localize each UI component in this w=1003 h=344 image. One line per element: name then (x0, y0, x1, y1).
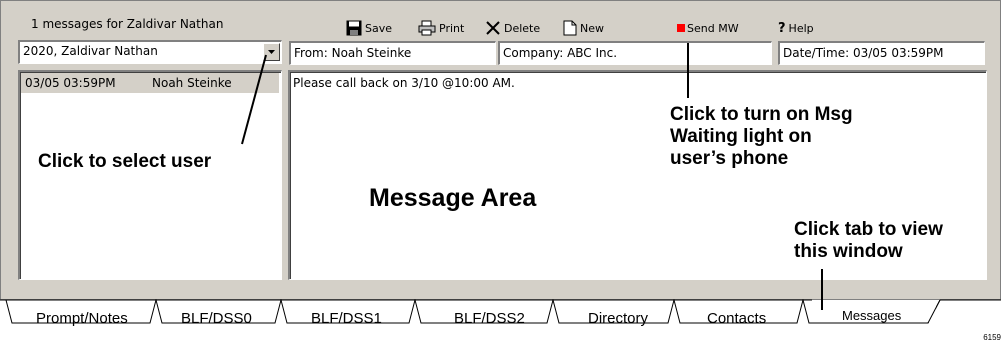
delete-button[interactable]: Delete (485, 17, 540, 39)
help-label: Help (788, 21, 814, 35)
user-select-dropdown[interactable]: 2020, Zaldivar Nathan (18, 40, 282, 64)
new-button[interactable]: New (563, 17, 604, 39)
message-window: 1 messages for Zaldivar Nathan 2020, Zal… (0, 0, 1001, 300)
user-select-value: 2020, Zaldivar Nathan (23, 44, 158, 58)
dropdown-arrow-icon (268, 50, 275, 54)
tab-callout-pointer (821, 269, 823, 310)
new-document-icon (563, 20, 577, 36)
list-item-time: 03/05 03:59PM (25, 76, 116, 90)
from-field: From: Noah Steinke (289, 41, 496, 65)
list-item-sender: Noah Steinke (152, 76, 232, 90)
help-question-icon: ? (778, 20, 786, 36)
tab-view-line-2: this window (794, 241, 903, 262)
send-mw-button[interactable]: Send MW (677, 17, 739, 39)
tab-blf-dss0[interactable]: BLF/DSS0 (181, 310, 252, 327)
tab-blf-dss2[interactable]: BLF/DSS2 (454, 310, 525, 327)
message-area-label: Message Area (369, 184, 537, 212)
delete-x-icon (486, 21, 500, 35)
msg-waiting-line-3: user’s phone (670, 148, 789, 169)
tab-directory[interactable]: Directory (588, 310, 648, 327)
dropdown-button[interactable] (263, 43, 280, 61)
help-button[interactable]: ? Help (778, 17, 814, 39)
tab-blf-dss1[interactable]: BLF/DSS1 (311, 310, 382, 327)
msg-waiting-callout: Click to turn on Msg Waiting light on us… (670, 104, 853, 170)
tab-view-line-1: Click tab to view (794, 219, 943, 240)
new-label: New (580, 21, 604, 35)
tab-prompt-notes[interactable]: Prompt/Notes (36, 310, 128, 327)
printer-icon (418, 20, 436, 36)
message-body: Please call back on 3/10 @10:00 AM. (293, 76, 515, 90)
figure-number: 6159 (983, 333, 1001, 342)
message-list[interactable]: 03/05 03:59PM Noah Steinke (18, 70, 282, 280)
floppy-save-icon (346, 20, 362, 36)
msg-waiting-line-2: Waiting light on (670, 126, 812, 147)
print-button[interactable]: Print (418, 17, 464, 39)
send-mw-red-square-icon (677, 24, 685, 32)
message-count-label: 1 messages for Zaldivar Nathan (31, 17, 224, 31)
save-button[interactable]: Save (346, 17, 392, 39)
msg-waiting-line-1: Click to turn on Msg (670, 104, 853, 125)
company-field: Company: ABC Inc. (498, 41, 772, 65)
save-label: Save (365, 21, 393, 35)
list-item[interactable]: 03/05 03:59PM Noah Steinke (21, 73, 279, 93)
tab-messages[interactable]: Messages (842, 308, 901, 323)
print-label: Print (439, 21, 465, 35)
tab-contacts[interactable]: Contacts (707, 310, 766, 327)
tab-view-callout: Click tab to view this window (794, 219, 943, 263)
datetime-field: Date/Time: 03/05 03:59PM (778, 41, 985, 65)
delete-label: Delete (504, 21, 541, 35)
select-user-callout: Click to select user (38, 151, 212, 172)
send-mw-label: Send MW (687, 21, 739, 35)
